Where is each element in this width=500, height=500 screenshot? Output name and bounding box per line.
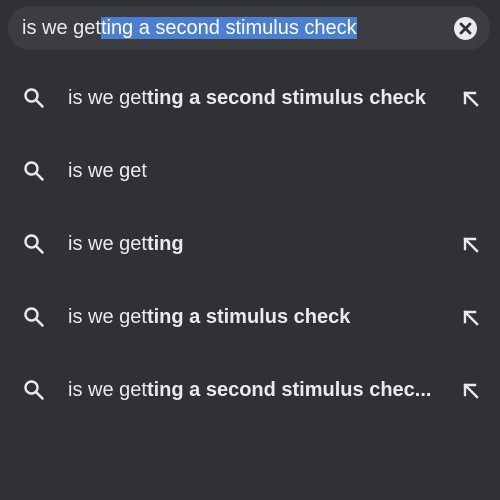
suggestion-prefix: is we get bbox=[68, 160, 147, 182]
suggestion-label: is we getting bbox=[68, 208, 184, 281]
search-icon bbox=[24, 380, 44, 400]
suggestion-prefix: is we get bbox=[68, 87, 147, 109]
suggestion-item[interactable]: is we get bbox=[0, 135, 500, 208]
suggestion-item[interactable]: is we getting bbox=[0, 208, 500, 281]
arrow-up-left-icon[interactable] bbox=[461, 308, 481, 328]
search-bar[interactable]: is we getting a second stimulus check bbox=[8, 6, 490, 50]
suggestion-prefix: is we get bbox=[68, 379, 147, 401]
clear-button[interactable] bbox=[454, 17, 477, 40]
search-icon bbox=[24, 234, 44, 254]
suggestion-completion: ting a second stimulus chec... bbox=[146, 379, 432, 401]
arrow-up-left-icon[interactable] bbox=[461, 235, 481, 255]
suggestion-prefix: is we get bbox=[68, 233, 147, 255]
suggestion-item[interactable]: is we getting a second stimulus check bbox=[0, 62, 500, 135]
query-prefix: is we get bbox=[22, 17, 101, 39]
suggestion-label: is we getting a second stimulus check bbox=[68, 62, 426, 135]
suggestion-completion: ting bbox=[146, 233, 184, 255]
query-selected-text: ting a second stimulus check bbox=[100, 17, 357, 39]
suggestion-item[interactable]: is we getting a second stimulus chec... bbox=[0, 354, 500, 427]
suggestion-prefix: is we get bbox=[68, 306, 147, 328]
search-screen: is we getting a second stimulus check is… bbox=[0, 0, 500, 500]
suggestion-label: is we getting a stimulus check bbox=[68, 281, 350, 354]
arrow-up-left-icon[interactable] bbox=[461, 381, 481, 401]
close-icon bbox=[459, 22, 472, 35]
suggestion-label: is we get bbox=[68, 135, 147, 208]
suggestion-list: is we getting a second stimulus check is… bbox=[0, 62, 500, 427]
search-icon bbox=[24, 161, 44, 181]
search-input[interactable]: is we getting a second stimulus check bbox=[22, 6, 357, 50]
search-icon bbox=[24, 88, 44, 108]
suggestion-completion: ting a second stimulus check bbox=[146, 87, 426, 109]
suggestion-item[interactable]: is we getting a stimulus check bbox=[0, 281, 500, 354]
suggestion-completion: ting a stimulus check bbox=[146, 306, 351, 328]
suggestion-label: is we getting a second stimulus chec... bbox=[68, 354, 431, 427]
search-icon bbox=[24, 307, 44, 327]
arrow-up-left-icon[interactable] bbox=[461, 89, 481, 109]
